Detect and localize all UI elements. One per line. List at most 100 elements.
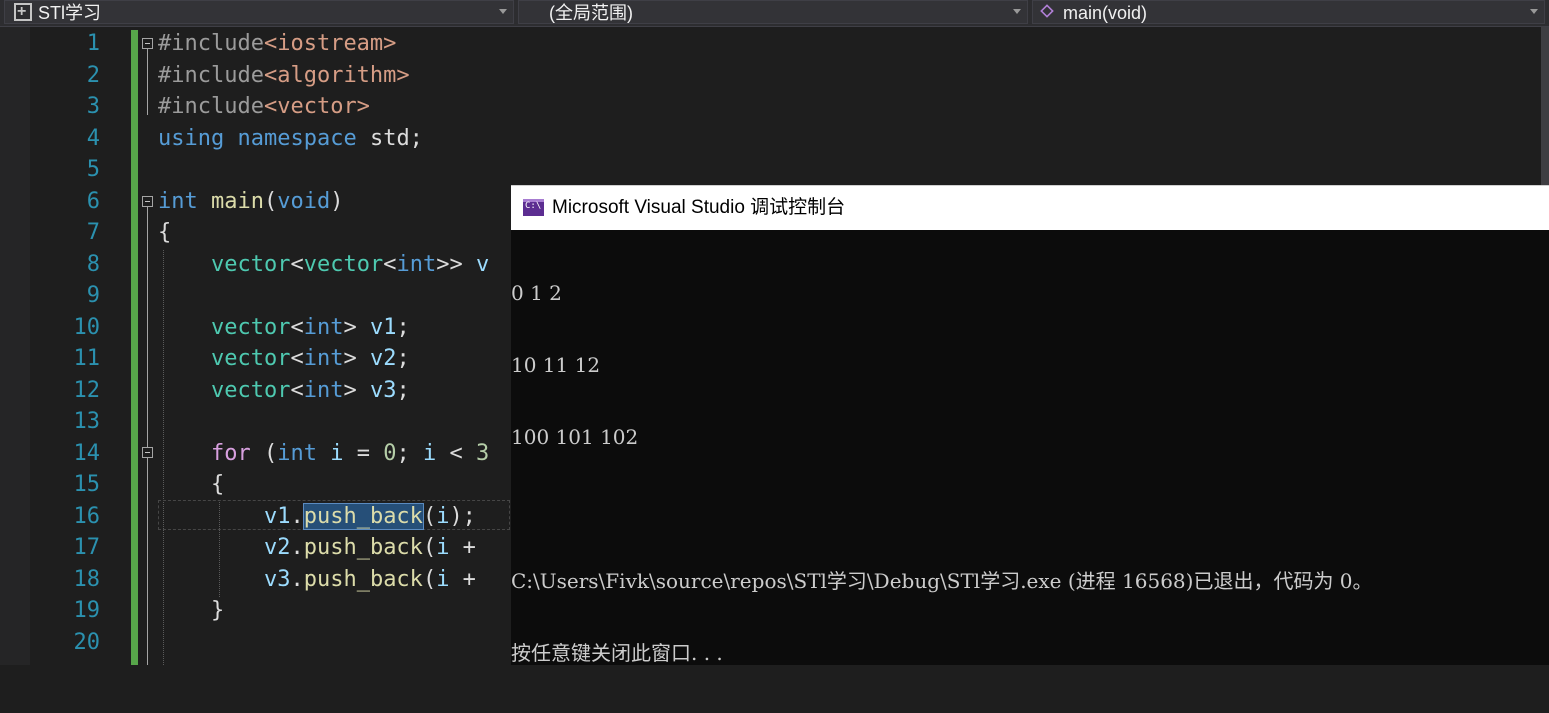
type-name: vector bbox=[210, 346, 291, 371]
variable: v2 bbox=[263, 535, 291, 560]
collapse-main-icon[interactable] bbox=[142, 196, 153, 207]
punctuation: > bbox=[343, 346, 370, 371]
include-header: <vector> bbox=[263, 94, 370, 119]
scope-label: (全局范围) bbox=[549, 3, 633, 23]
scope-dropdown[interactable]: (全局范围) bbox=[518, 0, 1028, 24]
line-number: 8 bbox=[86, 251, 100, 277]
keyword: using bbox=[158, 125, 225, 151]
console-title-bar[interactable]: Microsoft Visual Studio 调试控制台 bbox=[511, 185, 1549, 230]
code-line-17[interactable]: v2.push_back(i + bbox=[158, 532, 489, 564]
keyword: void bbox=[277, 188, 331, 214]
punctuation: ( bbox=[263, 188, 278, 214]
console-line: C:\Users\Fivk\source\repos\STl学习\Debug\S… bbox=[511, 569, 1373, 593]
variable: v3 bbox=[369, 377, 397, 403]
punctuation: . bbox=[290, 503, 304, 529]
variable: i bbox=[436, 535, 450, 560]
brace: { bbox=[210, 472, 225, 497]
code-line-11[interactable]: vector<int> v2; bbox=[158, 343, 410, 375]
type-name: vector bbox=[210, 314, 291, 340]
project-label: STl学习 bbox=[38, 3, 101, 23]
console-title: Microsoft Visual Studio 调试控制台 bbox=[552, 197, 846, 218]
brace: { bbox=[158, 220, 172, 245]
project-icon bbox=[14, 1, 32, 23]
code-line-16[interactable]: v1.push_back(i); bbox=[158, 501, 476, 533]
line-number: 19 bbox=[73, 598, 101, 623]
line-number: 12 bbox=[73, 377, 101, 403]
method-icon bbox=[1040, 4, 1054, 18]
code-line-2[interactable]: #include<algorithm> bbox=[158, 60, 410, 92]
console-output[interactable]: 0 1 2 10 11 12 100 101 102 C:\Users\Fivk… bbox=[511, 233, 1549, 713]
preprocessor-directive: #include bbox=[158, 94, 264, 119]
console-line: 10 11 12 bbox=[511, 353, 601, 377]
navigation-bar: STl学习 (全局范围) main(void) bbox=[0, 0, 1549, 27]
operator: + bbox=[449, 566, 490, 592]
variable: v3 bbox=[263, 566, 291, 592]
code-line-12[interactable]: vector<int> v3; bbox=[158, 375, 410, 407]
chevron-down-icon bbox=[1530, 9, 1538, 14]
variable: v1 bbox=[369, 314, 397, 340]
line-number: 11 bbox=[73, 346, 101, 371]
variable: i bbox=[330, 440, 344, 466]
punctuation: ( bbox=[422, 566, 437, 592]
console-line: 按任意键关闭此窗口. . . bbox=[511, 641, 723, 665]
punctuation: < bbox=[290, 314, 304, 340]
punctuation: < bbox=[290, 377, 304, 403]
debug-console-window[interactable]: Microsoft Visual Studio 调试控制台 0 1 2 10 1… bbox=[511, 185, 1549, 665]
code-line-6[interactable]: int main(void) bbox=[158, 186, 343, 218]
line-number: 13 bbox=[73, 409, 101, 434]
code-line-14[interactable]: for (int i = 0; i < 3 bbox=[158, 438, 489, 470]
code-line-8[interactable]: vector<vector<int>> v bbox=[158, 249, 489, 281]
code-line-10[interactable]: vector<int> v1; bbox=[158, 312, 410, 344]
code-line-1[interactable]: #include<iostream> bbox=[158, 28, 396, 60]
line-number: 5 bbox=[86, 157, 100, 182]
variable: i bbox=[422, 440, 437, 466]
code-line-3[interactable]: #include<vector> bbox=[158, 91, 370, 123]
collapse-for-icon[interactable] bbox=[142, 447, 153, 458]
type-name: vector bbox=[210, 377, 291, 403]
code-line-19[interactable]: } bbox=[158, 595, 224, 627]
punctuation: ; bbox=[396, 440, 423, 466]
code-line-7[interactable]: { bbox=[158, 217, 171, 249]
keyword: int bbox=[158, 188, 198, 214]
line-number: 20 bbox=[73, 629, 101, 655]
punctuation bbox=[317, 441, 330, 466]
keyword: int bbox=[303, 377, 344, 403]
variable: i bbox=[436, 566, 450, 592]
project-dropdown[interactable]: STl学习 bbox=[4, 0, 514, 24]
line-number: 3 bbox=[86, 94, 100, 119]
punctuation: ; bbox=[396, 346, 410, 371]
variable: i bbox=[436, 503, 450, 529]
punctuation: . bbox=[290, 566, 304, 592]
line-number: 4 bbox=[86, 125, 100, 151]
code-line-15[interactable]: { bbox=[158, 469, 224, 501]
operator: + bbox=[449, 535, 490, 560]
line-number: 17 bbox=[73, 535, 101, 560]
punctuation: < bbox=[383, 251, 397, 277]
preprocessor-directive: #include bbox=[158, 62, 264, 88]
punctuation: > bbox=[343, 314, 370, 340]
line-number: 16 bbox=[73, 503, 101, 529]
vertical-scrollbar[interactable] bbox=[1541, 27, 1549, 186]
code-line-4[interactable]: using namespace std; bbox=[158, 123, 423, 155]
punctuation: ( bbox=[250, 440, 278, 466]
punctuation: ) bbox=[330, 188, 344, 214]
punctuation: > bbox=[343, 377, 370, 403]
collapse-includes-icon[interactable] bbox=[142, 38, 153, 49]
line-number: 10 bbox=[73, 314, 101, 340]
member-dropdown[interactable]: main(void) bbox=[1032, 0, 1545, 24]
punctuation: ); bbox=[449, 503, 476, 529]
indicator-margin bbox=[0, 27, 30, 665]
operator: = bbox=[343, 440, 384, 466]
keyword: namespace bbox=[237, 125, 357, 151]
punctuation: ( bbox=[422, 535, 437, 560]
code-line-18[interactable]: v3.push_back(i + bbox=[158, 564, 489, 596]
function-call: push_back bbox=[303, 535, 423, 560]
line-number: 6 bbox=[86, 188, 100, 214]
line-number: 14 bbox=[73, 440, 101, 466]
variable: v bbox=[475, 251, 490, 277]
line-number: 9 bbox=[86, 283, 100, 308]
console-app-icon bbox=[523, 199, 544, 216]
chevron-down-icon bbox=[1013, 9, 1021, 14]
highlighted-function-call[interactable]: push_back bbox=[302, 502, 424, 530]
